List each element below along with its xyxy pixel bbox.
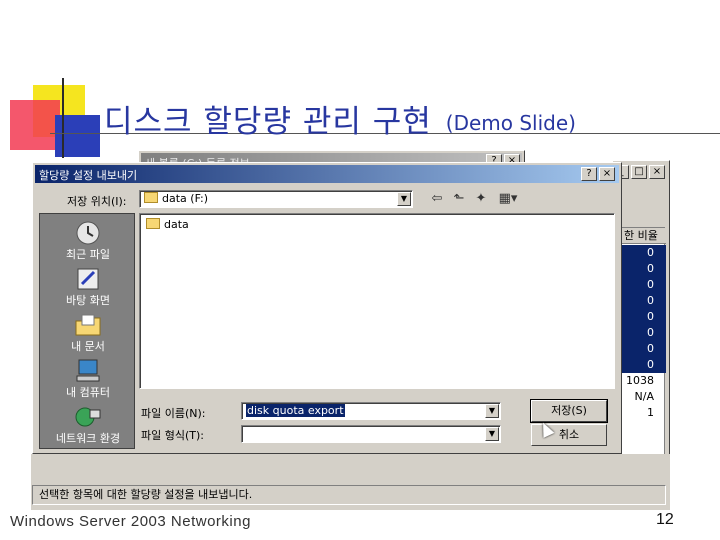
desktop-icon xyxy=(77,268,99,290)
filename-input[interactable]: disk quota export ▼ xyxy=(241,402,501,420)
help-icon[interactable]: ? xyxy=(581,167,597,181)
slide-title: 디스크 할당량 관리 구현 (Demo Slide) xyxy=(104,96,576,141)
table-cell: 0 xyxy=(647,310,654,323)
place-label: 바탕 화면 xyxy=(66,294,110,307)
filename-value: disk quota export xyxy=(246,404,345,417)
location-value: data (F:) xyxy=(162,192,209,205)
back-icon[interactable]: ⇦ xyxy=(429,191,445,207)
table-cell: 1 xyxy=(647,406,654,419)
table-cell: 0 xyxy=(647,294,654,307)
table-cell: 0 xyxy=(647,246,654,259)
place-label: 내 컴퓨터 xyxy=(66,386,110,399)
page-number: 12 xyxy=(656,511,674,528)
slide-title-main: 디스크 할당량 관리 구현 xyxy=(104,104,432,140)
dialog-controls: ? × xyxy=(581,167,615,181)
chevron-down-icon[interactable]: ▼ xyxy=(485,427,499,441)
place-my-documents[interactable]: 내 문서 xyxy=(40,310,136,356)
table-cell: 1038 xyxy=(626,374,654,387)
status-bar: 선택한 항목에 대한 할당량 설정을 내보냅니다. xyxy=(32,485,666,505)
place-my-computer[interactable]: 내 컴퓨터 xyxy=(40,356,136,402)
up-folder-icon[interactable]: ⬑ xyxy=(451,191,467,207)
folder-icon xyxy=(146,218,160,229)
view-menu-icon[interactable]: ▦▾ xyxy=(495,191,521,207)
recent-icon xyxy=(76,221,100,245)
filename-label: 파일 이름(N): xyxy=(141,407,206,420)
location-dropdown[interactable]: data (F:) ▼ xyxy=(139,190,413,208)
close-icon[interactable]: × xyxy=(649,165,665,179)
chevron-down-icon[interactable]: ▼ xyxy=(397,192,411,206)
place-desktop[interactable]: 바탕 화면 xyxy=(40,264,136,310)
table-cell: 0 xyxy=(647,278,654,291)
table-cell: 0 xyxy=(647,342,654,355)
export-quota-dialog: 할당량 설정 내보내기 ? × 저장 위치(I): data (F:) ▼ ⇦ … xyxy=(32,162,622,454)
footer-text: Windows Server 2003 Networking xyxy=(10,513,251,530)
place-label: 내 문서 xyxy=(71,340,105,353)
table-cell: 0 xyxy=(647,358,654,371)
location-label: 저장 위치(I): xyxy=(67,195,127,208)
place-recent[interactable]: 최근 파일 xyxy=(40,218,136,264)
save-button[interactable]: 저장(S) xyxy=(530,399,608,423)
filetype-dropdown[interactable]: ▼ xyxy=(241,425,501,443)
selected-rows xyxy=(620,245,666,373)
maximize-icon[interactable]: □ xyxy=(631,165,647,179)
chevron-down-icon[interactable]: ▼ xyxy=(485,404,499,418)
filetype-label: 파일 형식(T): xyxy=(141,429,204,442)
my-documents-icon xyxy=(75,314,101,336)
list-item[interactable]: data xyxy=(146,218,189,231)
table-cell: 0 xyxy=(647,326,654,339)
table-cell: N/A xyxy=(634,390,654,403)
file-name: data xyxy=(164,218,189,231)
place-label: 최근 파일 xyxy=(66,248,110,261)
places-bar: 최근 파일 바탕 화면 내 문서 내 컴퓨터 네트워크 환경 xyxy=(39,213,135,449)
slide-title-sub: (Demo Slide) xyxy=(445,111,576,135)
new-folder-icon[interactable]: ✦ xyxy=(473,191,489,207)
drive-icon xyxy=(144,192,158,203)
table-cell: 0 xyxy=(647,262,654,275)
network-icon xyxy=(75,407,101,427)
place-network[interactable]: 네트워크 환경 xyxy=(40,402,136,448)
decor-vertical-line xyxy=(62,78,64,158)
my-computer-icon xyxy=(76,359,100,382)
place-label: 네트워크 환경 xyxy=(55,432,121,445)
dialog-title: 할당량 설정 내보내기 xyxy=(35,165,619,183)
close-icon[interactable]: × xyxy=(599,167,615,181)
decor-red-square xyxy=(10,100,60,150)
column-header-percent[interactable]: 한 비율 xyxy=(620,228,666,244)
file-list[interactable]: data xyxy=(139,213,615,389)
